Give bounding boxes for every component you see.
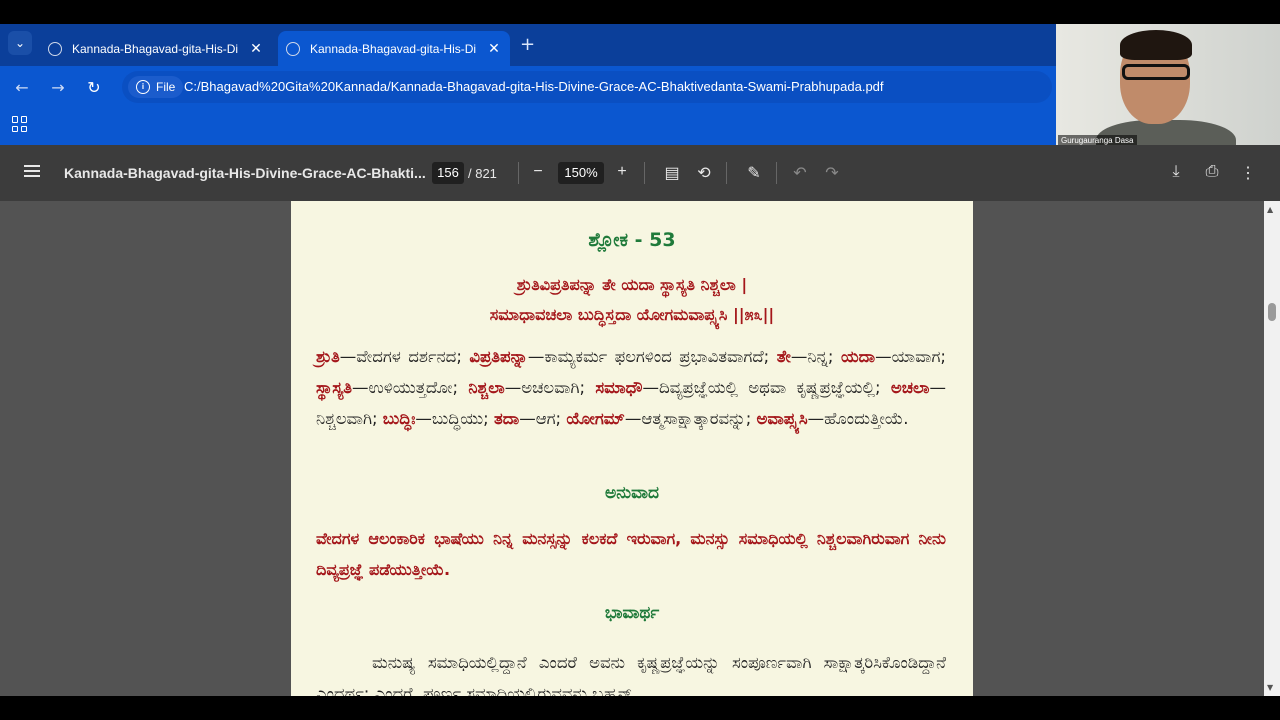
back-icon[interactable]: ←: [12, 78, 32, 97]
syn-meaning: —ಆತ್ಮಸಾಕ್ಷಾತ್ಕಾರವನ್ನು;: [624, 409, 757, 428]
syn-word: ತೇ: [776, 347, 791, 366]
syn-word: ತದಾ: [493, 409, 520, 428]
print-icon[interactable]: ⎙: [1202, 163, 1222, 181]
file-label: File: [156, 80, 176, 94]
close-icon[interactable]: ✕: [248, 40, 264, 57]
translation-text: ವೇದಗಳ ಆಲಂಕಾರಿಕ ಭಾಷೆಯು ನಿನ್ನ ಮನಸ್ಸನ್ನು ಕಲ…: [316, 529, 946, 579]
scroll-up-icon[interactable]: ▲: [1267, 205, 1273, 214]
syn-meaning: —ಬುದ್ಧಿಯು;: [415, 409, 494, 428]
letterbox-top: [0, 0, 1280, 24]
shloka-heading: ಶ್ಲೋಕ - 53: [588, 229, 676, 251]
syn-word: ಬುದ್ಧಿಃ: [382, 409, 416, 428]
synonyms-paragraph: ಶ್ರುತಿ—ವೇದಗಳ ದರ್ಶನದ; ವಿಪ್ರತಿಪನ್ನಾ—ಕಾಮ್ಯಕ…: [316, 341, 946, 434]
rotate-icon[interactable]: ⟲: [694, 163, 714, 183]
url-text[interactable]: C:/Bhagavad%20Gita%20Kannada/Kannada-Bha…: [184, 79, 884, 94]
pdf-page: ಶ್ಲೋಕ - 53 ಶ್ರುತಿವಿಪ್ರತಿಪನ್ನಾ ತೇ ಯದಾ ಸ್ಥ…: [291, 201, 973, 696]
globe-icon: [286, 41, 300, 56]
pdf-toolbar: Kannada-Bhagavad-gita-His-Divine-Grace-A…: [0, 145, 1280, 201]
person-hair: [1120, 30, 1192, 60]
fit-page-icon[interactable]: ▤: [662, 163, 682, 183]
syn-meaning: —ನಿನ್ನ;: [790, 347, 841, 366]
tab-search-button[interactable]: ⌄: [8, 31, 32, 55]
syn-meaning: —ದಿವ್ಯಪ್ರಜ್ಞೆಯಲ್ಲಿ ಅಥವಾ ಕೃಷ್ಣಪ್ರಜ್ಞೆಯಲ್ಲ…: [642, 378, 891, 397]
verse-line-1: ಶ್ರುತಿವಿಪ್ರತಿಪನ್ನಾ ತೇ ಯದಾ ಸ್ಥಾಸ್ಯತಿ ನಿಶ್…: [516, 275, 748, 294]
syn-word: ಅವಾಪ್ಸ್ಯಸಿ: [756, 409, 808, 428]
more-options-icon[interactable]: ⋮: [1238, 163, 1258, 183]
info-icon: i: [136, 80, 150, 94]
syn-meaning: —ಉಳಿಯುತ್ತದೋ;: [352, 378, 469, 397]
syn-word: ವಿಪ್ರತಿಪನ್ನಾ: [469, 347, 528, 366]
divider: [644, 162, 645, 184]
syn-word: ಶ್ರುತಿ: [316, 347, 340, 366]
syn-word: ಯದಾ: [840, 347, 876, 366]
menu-icon[interactable]: [24, 165, 40, 180]
purport-body: ಮನುಷ್ಯ ಸಮಾಧಿಯಲ್ಲಿದ್ದಾನೆ ಎಂದರೆ ಅವನು ಕೃಷ್ಣ…: [316, 653, 946, 696]
chevron-down-icon: ⌄: [14, 36, 26, 50]
annotate-icon[interactable]: ✎: [744, 163, 764, 183]
close-icon[interactable]: ✕: [486, 40, 502, 57]
page-total: / 821: [468, 166, 497, 181]
translation-heading: ಅನುವಾದ: [605, 483, 659, 503]
webcam-overlay: Gurugauranga Dasa: [1056, 24, 1280, 149]
syn-word: ನಿಶ್ಚಲಾ: [468, 378, 505, 397]
scroll-down-icon[interactable]: ▼: [1267, 683, 1273, 692]
undo-icon[interactable]: ↶: [790, 163, 810, 183]
glasses: [1122, 64, 1190, 80]
syn-word: ಅಚಲಾ: [890, 378, 930, 397]
syn-meaning: —ಕಾಮ್ಯಕರ್ಮ ಫಲಗಳಿಂದ ಪ್ರಭಾವಿತವಾಗದೆ;: [527, 347, 777, 366]
syn-word: ಯೋಗಮ್: [566, 409, 625, 428]
forward-icon[interactable]: →: [48, 78, 68, 97]
site-info-chip[interactable]: i File: [128, 76, 184, 98]
scrollbar-thumb[interactable]: [1268, 303, 1276, 321]
syn-word: ಸಮಾಧೌ: [595, 378, 643, 397]
tab-2-active[interactable]: Kannada-Bhagavad-gita-His-Di ✕: [278, 31, 510, 66]
divider: [726, 162, 727, 184]
syn-meaning: —ಹೊಂದುತ್ತೀಯೆ.: [807, 409, 909, 428]
download-icon[interactable]: ⤓: [1166, 163, 1186, 181]
globe-icon: [48, 41, 62, 56]
new-tab-button[interactable]: +: [520, 34, 535, 55]
syn-meaning: —ವೇದಗಳ ದರ್ಶನದ;: [339, 347, 470, 366]
tab-title: Kannada-Bhagavad-gita-His-Di: [72, 41, 239, 56]
purport-heading: ಭಾವಾರ್ಥ: [604, 603, 660, 623]
verse-line-2: ಸಮಾಧಾವಚಲಾ ಬುದ್ಧಿಸ್ತದಾ ಯೋಗಮವಾಪ್ಸ್ಯಸಿ ||೫೩…: [489, 305, 775, 324]
apps-grid-icon[interactable]: [12, 116, 28, 132]
syn-word: ಸ್ಥಾಸ್ಯತಿ: [316, 378, 353, 397]
syn-meaning: —ಅಚಲವಾಗಿ;: [504, 378, 596, 397]
page-number-input[interactable]: 156: [432, 162, 464, 184]
scrollbar[interactable]: ▲ ▼: [1264, 201, 1280, 696]
document-title: Kannada-Bhagavad-gita-His-Divine-Grace-A…: [64, 165, 426, 181]
syn-meaning: —ಆಗ;: [519, 409, 567, 428]
letterbox-bottom: [0, 696, 1280, 720]
zoom-in-icon[interactable]: +: [612, 163, 632, 181]
reload-icon[interactable]: ↻: [84, 78, 104, 97]
syn-meaning: —ಯಾವಾಗ;: [875, 347, 946, 366]
tab-title: Kannada-Bhagavad-gita-His-Di: [310, 41, 477, 56]
redo-icon[interactable]: ↷: [822, 163, 842, 183]
purport-text: ಮನುಷ್ಯ ಸಮಾಧಿಯಲ್ಲಿದ್ದಾನೆ ಎಂದರೆ ಅವನು ಕೃಷ್ಣ…: [316, 647, 946, 696]
zoom-level-input[interactable]: 150%: [558, 162, 604, 184]
zoom-out-icon[interactable]: −: [528, 163, 548, 181]
tab-1[interactable]: Kannada-Bhagavad-gita-His-Di ✕: [40, 31, 272, 66]
divider: [776, 162, 777, 184]
divider: [518, 162, 519, 184]
